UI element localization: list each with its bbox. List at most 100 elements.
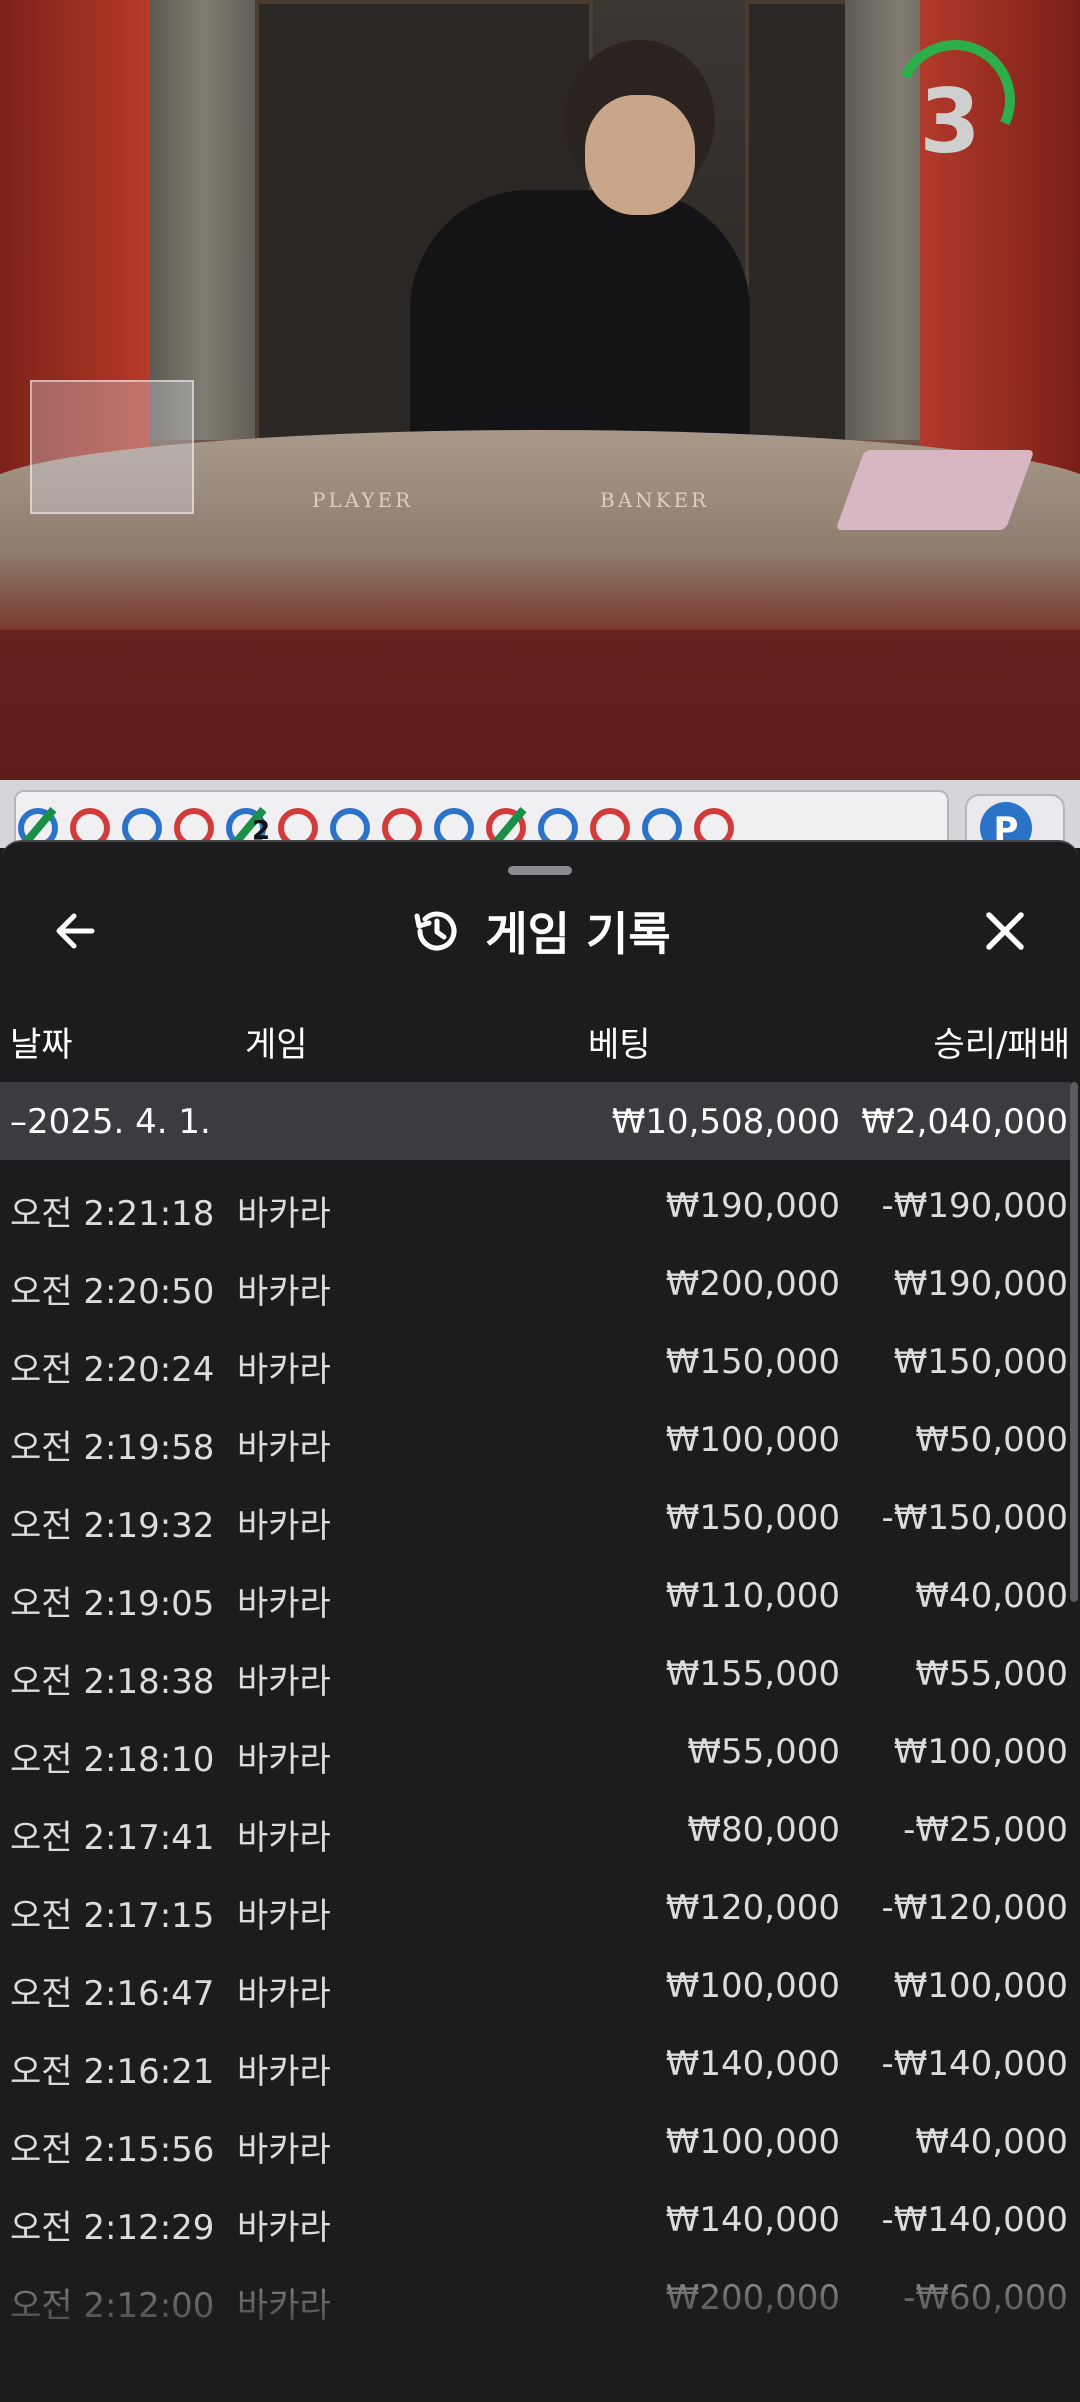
history-row[interactable]: 오전 2:20:50 바카라 ₩200,000 ₩190,000 bbox=[0, 1242, 1070, 1320]
table-label-player: PLAYER bbox=[312, 488, 414, 512]
history-icon bbox=[414, 911, 457, 951]
row-time: 오전 2:19:05 bbox=[10, 1584, 215, 1624]
row-bet: ₩155,000 bbox=[665, 1654, 840, 1694]
row-bet: ₩100,000 bbox=[665, 2122, 840, 2162]
history-row[interactable]: 오전 2:12:00 바카라 ₩200,000 -₩60,000 bbox=[0, 2256, 1070, 2334]
sheet-title: 게임 기록 bbox=[485, 907, 671, 961]
row-game: 바카라 bbox=[237, 1428, 331, 1468]
row-game: 바카라 bbox=[237, 1506, 331, 1546]
row-bet: ₩55,000 bbox=[687, 1732, 840, 1772]
history-row[interactable]: 오전 2:18:38 바카라 ₩155,000 ₩55,000 bbox=[0, 1632, 1070, 1710]
history-row[interactable]: 오전 2:19:58 바카라 ₩100,000 ₩50,000 bbox=[0, 1398, 1070, 1476]
history-list: 오전 2:21:18 바카라 ₩190,000 -₩190,000 오전 2:20:50… bbox=[0, 1164, 1070, 2334]
dealer-face bbox=[585, 95, 695, 215]
row-time: 오전 2:16:21 bbox=[10, 2052, 215, 2092]
row-time: 오전 2:17:15 bbox=[10, 1896, 215, 1936]
scoreboard-bar: 2 P bbox=[0, 780, 1080, 854]
history-row[interactable]: 오전 2:17:15 바카라 ₩120,000 -₩120,000 bbox=[0, 1866, 1070, 1944]
history-row[interactable]: 오전 2:17:41 바카라 ₩80,000 -₩25,000 bbox=[0, 1788, 1070, 1866]
row-time: 오전 2:18:10 bbox=[10, 1740, 215, 1780]
history-row[interactable]: 오전 2:12:29 바카라 ₩140,000 -₩140,000 bbox=[0, 2178, 1070, 2256]
summary-bet-total: ₩10,508,000 bbox=[611, 1102, 840, 1142]
live-video[interactable]: PLAYER BANKER 3 bbox=[0, 0, 1080, 780]
row-win-loss: -₩25,000 bbox=[903, 1810, 1068, 1850]
row-time: 오전 2:15:56 bbox=[10, 2130, 215, 2170]
row-bet: ₩100,000 bbox=[665, 1420, 840, 1460]
row-win-loss: ₩40,000 bbox=[915, 1576, 1068, 1616]
row-game: 바카라 bbox=[237, 2286, 331, 2326]
game-history-sheet: 게임 기록 날짜 게임 베팅 승리/패배 –2025. 4. 1. ₩10,50… bbox=[0, 840, 1080, 2402]
countdown-number: 3 bbox=[919, 70, 981, 173]
row-bet: ₩200,000 bbox=[665, 1264, 840, 1304]
back-button[interactable] bbox=[40, 896, 110, 966]
row-bet: ₩110,000 bbox=[665, 1576, 840, 1616]
arrow-left-icon bbox=[56, 913, 95, 949]
row-win-loss: ₩55,000 bbox=[915, 1654, 1068, 1694]
sheet-drag-handle[interactable] bbox=[508, 866, 572, 875]
row-game: 바카라 bbox=[237, 1896, 331, 1936]
sheet-header: 게임 기록 bbox=[0, 896, 1080, 966]
row-time: 오전 2:17:41 bbox=[10, 1818, 215, 1858]
column-header-game: 게임 bbox=[245, 1025, 308, 1065]
row-game: 바카라 bbox=[237, 1818, 331, 1858]
row-bet: ₩80,000 bbox=[687, 1810, 840, 1850]
row-win-loss: ₩190,000 bbox=[893, 1264, 1068, 1304]
row-win-loss: -₩140,000 bbox=[881, 2200, 1069, 2240]
summary-date: –2025. 4. 1. bbox=[10, 1102, 211, 1142]
row-game: 바카라 bbox=[237, 1194, 331, 1234]
close-icon bbox=[986, 912, 1024, 950]
pillar-left bbox=[150, 0, 260, 440]
discard-tray bbox=[30, 380, 194, 514]
history-row[interactable]: 오전 2:16:47 바카라 ₩100,000 ₩100,000 bbox=[0, 1944, 1070, 2022]
column-header-bet: 베팅 bbox=[588, 1025, 651, 1065]
row-time: 오전 2:12:29 bbox=[10, 2208, 215, 2248]
table-header: 날짜 게임 베팅 승리/패배 bbox=[0, 1017, 1080, 1067]
row-win-loss: -₩140,000 bbox=[881, 2044, 1069, 2084]
row-time: 오전 2:16:47 bbox=[10, 1974, 215, 2014]
history-row[interactable]: 오전 2:16:21 바카라 ₩140,000 -₩140,000 bbox=[0, 2022, 1070, 2100]
row-time: 오전 2:20:50 bbox=[10, 1272, 215, 1312]
row-win-loss: ₩40,000 bbox=[915, 2122, 1068, 2162]
row-game: 바카라 bbox=[237, 2130, 331, 2170]
history-row[interactable]: 오전 2:19:05 바카라 ₩110,000 ₩40,000 bbox=[0, 1554, 1070, 1632]
row-bet: ₩200,000 bbox=[665, 2278, 840, 2318]
row-bet: ₩190,000 bbox=[665, 1186, 840, 1226]
row-bet: ₩140,000 bbox=[665, 2200, 840, 2240]
row-time: 오전 2:18:38 bbox=[10, 1662, 215, 1702]
summary-win-loss-total: ₩2,040,000 bbox=[861, 1102, 1068, 1142]
row-bet: ₩150,000 bbox=[665, 1342, 840, 1382]
row-time: 오전 2:19:58 bbox=[10, 1428, 215, 1468]
row-game: 바카라 bbox=[237, 1662, 331, 1702]
row-game: 바카라 bbox=[237, 1974, 331, 2014]
row-time: 오전 2:21:18 bbox=[10, 1194, 215, 1234]
history-row[interactable]: 오전 2:15:56 바카라 ₩100,000 ₩40,000 bbox=[0, 2100, 1070, 2178]
row-win-loss: -₩60,000 bbox=[903, 2278, 1068, 2318]
row-time: 오전 2:19:32 bbox=[10, 1506, 215, 1546]
column-header-date: 날짜 bbox=[10, 1025, 73, 1065]
row-game: 바카라 bbox=[237, 2208, 331, 2248]
row-win-loss: ₩50,000 bbox=[915, 1420, 1068, 1460]
row-bet: ₩150,000 bbox=[665, 1498, 840, 1538]
row-win-loss: ₩100,000 bbox=[893, 1732, 1068, 1772]
history-row[interactable]: 오전 2:20:24 바카라 ₩150,000 ₩150,000 bbox=[0, 1320, 1070, 1398]
row-win-loss: -₩190,000 bbox=[881, 1186, 1069, 1226]
row-win-loss: ₩100,000 bbox=[893, 1966, 1068, 2006]
row-bet: ₩100,000 bbox=[665, 1966, 840, 2006]
row-win-loss: -₩150,000 bbox=[881, 1498, 1069, 1538]
row-bet: ₩120,000 bbox=[665, 1888, 840, 1928]
row-time: 오전 2:12:00 bbox=[10, 2286, 215, 2326]
column-header-win-loss: 승리/패배 bbox=[933, 1025, 1070, 1065]
history-row[interactable]: 오전 2:21:18 바카라 ₩190,000 -₩190,000 bbox=[0, 1164, 1070, 1242]
scrollbar[interactable] bbox=[1070, 1082, 1078, 1602]
history-row[interactable]: 오전 2:19:32 바카라 ₩150,000 -₩150,000 bbox=[0, 1476, 1070, 1554]
row-win-loss: -₩120,000 bbox=[881, 1888, 1069, 1928]
row-game: 바카라 bbox=[237, 2052, 331, 2092]
table-label-banker: BANKER bbox=[600, 488, 710, 512]
row-game: 바카라 bbox=[237, 1350, 331, 1390]
wall-panel-right bbox=[745, 0, 853, 448]
date-summary-row[interactable]: –2025. 4. 1. ₩10,508,000 ₩2,040,000 bbox=[0, 1082, 1070, 1160]
close-button[interactable] bbox=[970, 896, 1040, 966]
card-shoe bbox=[835, 450, 1035, 530]
row-win-loss: ₩150,000 bbox=[893, 1342, 1068, 1382]
history-row[interactable]: 오전 2:18:10 바카라 ₩55,000 ₩100,000 bbox=[0, 1710, 1070, 1788]
